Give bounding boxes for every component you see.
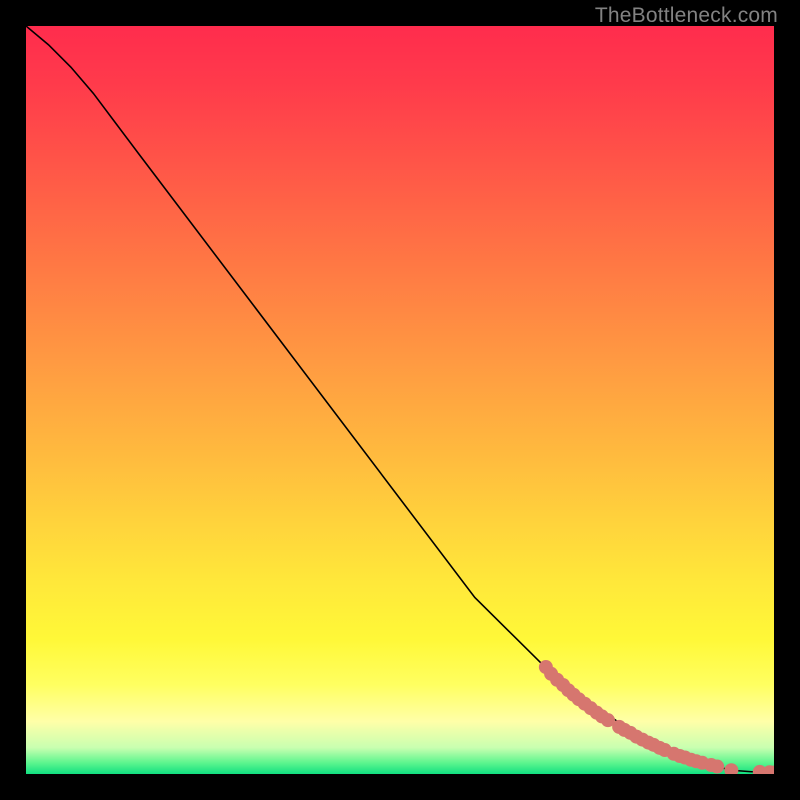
chart-plot-area [26,26,774,774]
chart-svg [26,26,774,774]
chart-point [710,760,724,774]
watermark-text: TheBottleneck.com [595,4,778,28]
chart-background [26,26,774,774]
chart-stage: TheBottleneck.com [0,0,800,800]
